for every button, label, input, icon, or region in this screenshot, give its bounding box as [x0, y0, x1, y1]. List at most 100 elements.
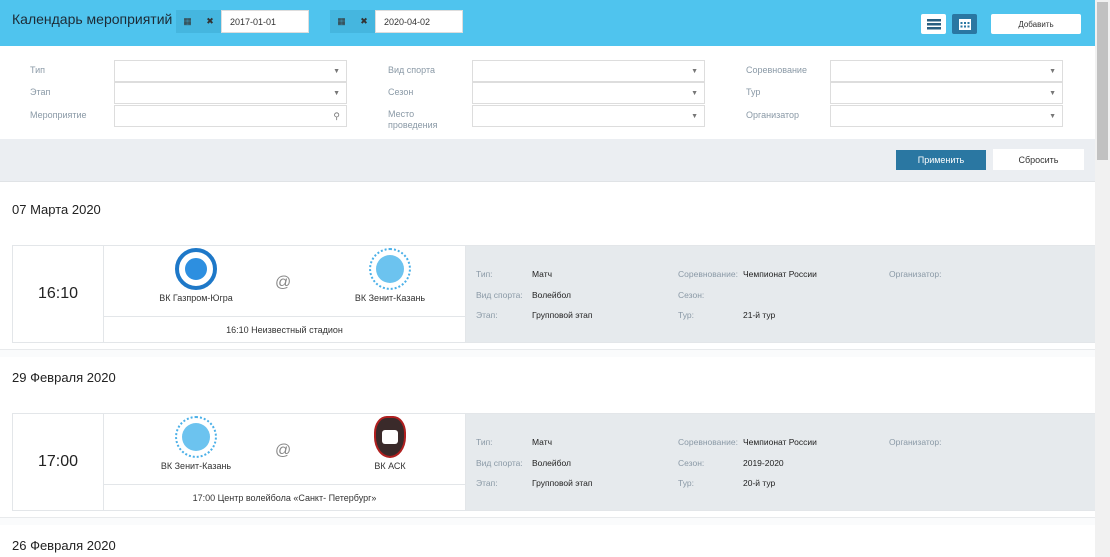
filter-label-round: Тур: [746, 87, 761, 97]
caret-down-icon: ▼: [691, 68, 698, 75]
actions-bar: Применить Сбросить: [0, 139, 1095, 182]
event-details: Тип: Матч Вид спорта: Волейбол Этап: Гру…: [466, 246, 1095, 342]
event-details: Тип: Матч Вид спорта: Волейбол Этап: Гру…: [466, 414, 1095, 510]
scrollbar-thumb[interactable]: [1097, 2, 1108, 160]
label-season: Сезон:: [678, 290, 705, 300]
list-icon: [926, 18, 941, 29]
page-title: Календарь мероприятий: [12, 11, 173, 27]
search-icon: ⚲: [333, 111, 340, 121]
label-round: Тур:: [678, 478, 694, 488]
filter-label-stage: Этап: [30, 87, 51, 97]
team-logo: [175, 416, 217, 458]
label-organizer: Организатор:: [889, 437, 942, 447]
event-venue: 17:00 Центр волейбола «Санкт- Петербург»: [104, 484, 465, 510]
caret-down-icon: ▼: [1049, 113, 1056, 120]
event-card[interactable]: 17:00 ВК Зенит-Казань @ ВК АСК 17:00 Цен…: [12, 413, 1095, 511]
event-teams: ВК Газпром-Югра @ ВК Зенит-Казань 16:10 …: [104, 246, 466, 342]
value-sport: Волейбол: [532, 458, 572, 468]
label-competition: Соревнование:: [678, 269, 738, 279]
team-name: ВК Зенит-Казань: [354, 293, 426, 303]
value-round: 21-й тур: [743, 310, 776, 320]
label-sport: Вид спорта:: [476, 290, 523, 300]
event-teams: ВК Зенит-Казань @ ВК АСК 17:00 Центр вол…: [104, 414, 466, 510]
venue-select[interactable]: ▼: [472, 105, 705, 127]
event-card[interactable]: 16:10 ВК Газпром-Югра @ ВК Зенит-Казань …: [12, 245, 1095, 343]
label-season: Сезон:: [678, 458, 705, 468]
date-to-group: ▦ ✖ 2020-04-02: [330, 10, 463, 33]
value-round: 20-й тур: [743, 478, 776, 488]
home-team[interactable]: ВК Зенит-Казань: [126, 414, 266, 471]
season-select[interactable]: ▼: [472, 82, 705, 104]
clear-icon[interactable]: ✖: [206, 16, 214, 27]
filter-label-event: Мероприятие: [30, 110, 87, 120]
date-to-input[interactable]: 2020-04-02: [375, 10, 463, 33]
team-name: ВК АСК: [374, 461, 406, 471]
apply-button[interactable]: Применить: [896, 150, 986, 170]
organizer-select[interactable]: ▼: [830, 105, 1063, 127]
at-sign: @: [275, 274, 292, 291]
at-sign: @: [275, 442, 292, 459]
event-search-input[interactable]: ⚲: [114, 105, 347, 127]
stage-select[interactable]: ▼: [114, 82, 347, 104]
filter-label-type: Тип: [30, 65, 46, 75]
label-type: Тип:: [476, 269, 493, 279]
filter-label-venue: Место проведения: [388, 109, 438, 130]
label-type: Тип:: [476, 437, 493, 447]
divider: [0, 349, 1095, 357]
competition-select[interactable]: ▼: [830, 60, 1063, 82]
clear-icon[interactable]: ✖: [360, 16, 368, 27]
value-type: Матч: [532, 437, 553, 447]
team-name: ВК Газпром-Югра: [159, 293, 233, 303]
header: Календарь мероприятий ▦ ✖ 2017-01-01 ▦ ✖ 2…: [0, 0, 1095, 46]
type-select[interactable]: ▼: [114, 60, 347, 82]
calendar-icon[interactable]: ▦: [337, 16, 346, 27]
sport-select[interactable]: ▼: [472, 60, 705, 82]
event-time: 16:10: [13, 246, 104, 342]
caret-down-icon: ▼: [1049, 68, 1056, 75]
divider: [0, 517, 1095, 525]
value-competition: Чемпионат России: [743, 269, 817, 279]
label-stage: Этап:: [476, 310, 498, 320]
caret-down-icon: ▼: [333, 68, 340, 75]
date-heading: 26 Февраля 2020: [12, 538, 116, 553]
home-team[interactable]: ВК Газпром-Югра: [126, 246, 266, 303]
team-logo: [175, 248, 217, 290]
value-competition: Чемпионат России: [743, 437, 817, 447]
event-venue: 16:10 Неизвестный стадион: [104, 316, 465, 342]
event-time: 17:00: [13, 414, 104, 510]
filters-panel: Тип ▼ Этап ▼ Мероприятие ⚲ Вид спорта ▼ …: [0, 46, 1095, 139]
filter-label-competition: Соревнование: [746, 65, 807, 75]
calendar-icon[interactable]: ▦: [183, 16, 192, 27]
value-sport: Волейбол: [532, 290, 572, 300]
value-stage: Групповой этап: [532, 478, 593, 488]
value-season: 2019-2020: [743, 458, 784, 468]
list-view-button[interactable]: [921, 14, 946, 34]
filter-label-season: Сезон: [388, 87, 414, 97]
caret-down-icon: ▼: [333, 90, 340, 97]
caret-down-icon: ▼: [1049, 90, 1056, 97]
value-type: Матч: [532, 269, 553, 279]
away-team[interactable]: ВК АСК: [320, 414, 460, 471]
caret-down-icon: ▼: [691, 90, 698, 97]
value-stage: Групповой этап: [532, 310, 593, 320]
label-sport: Вид спорта:: [476, 458, 523, 468]
label-organizer: Организатор:: [889, 269, 942, 279]
label-competition: Соревнование:: [678, 437, 738, 447]
label-stage: Этап:: [476, 478, 498, 488]
calendar-view-button[interactable]: [952, 14, 977, 34]
team-logo: [369, 248, 411, 290]
label-round: Тур:: [678, 310, 694, 320]
reset-button[interactable]: Сбросить: [993, 149, 1084, 170]
team-logo: [374, 416, 406, 458]
date-from-group: ▦ ✖ 2017-01-01: [176, 10, 309, 33]
team-name: ВК Зенит-Казань: [160, 461, 232, 471]
add-button[interactable]: Добавить: [991, 14, 1081, 34]
filter-label-sport: Вид спорта: [388, 65, 435, 75]
round-select[interactable]: ▼: [830, 82, 1063, 104]
date-heading: 07 Марта 2020: [12, 202, 101, 217]
filter-label-organizer: Организатор: [746, 110, 800, 120]
calendar-icon: [958, 19, 971, 30]
caret-down-icon: ▼: [691, 113, 698, 120]
away-team[interactable]: ВК Зенит-Казань: [320, 246, 460, 303]
date-from-input[interactable]: 2017-01-01: [221, 10, 309, 33]
